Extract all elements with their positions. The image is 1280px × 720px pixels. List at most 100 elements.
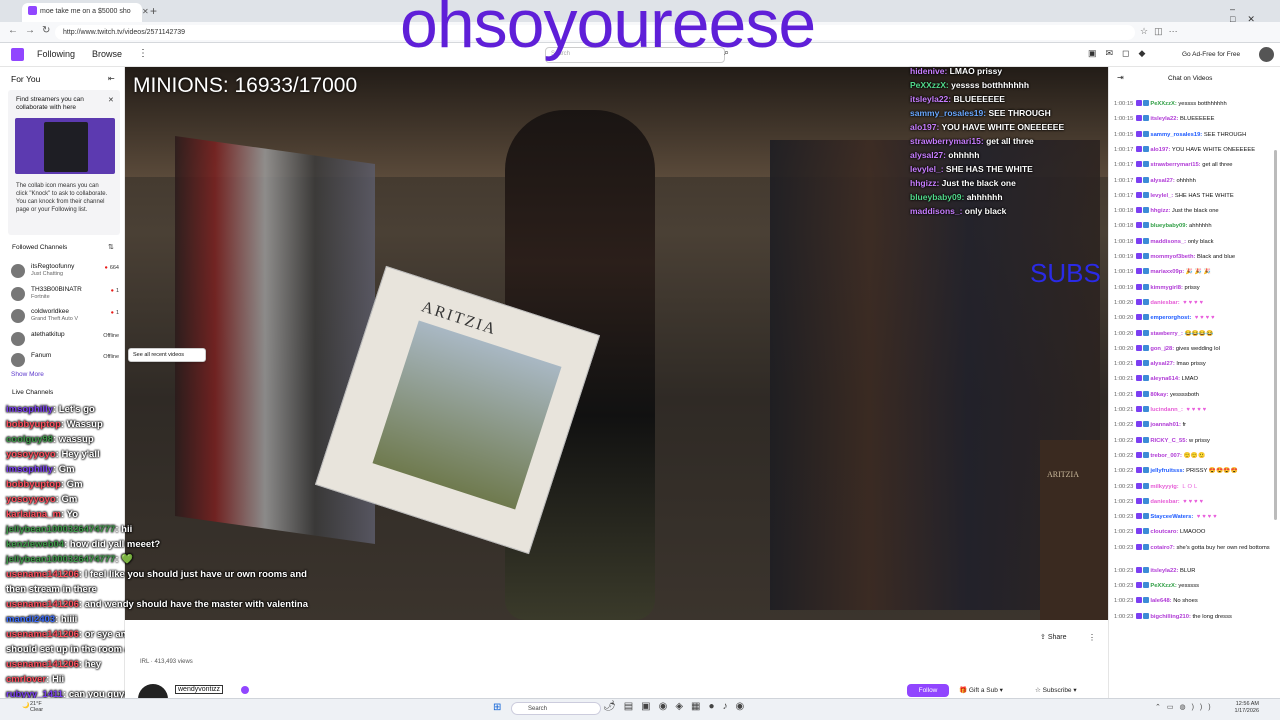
chat-username[interactable]: itsleyla22:	[1150, 568, 1178, 574]
chat-username[interactable]: lale648:	[1150, 598, 1171, 604]
more-menu-icon[interactable]: ⋮	[138, 48, 148, 59]
badge-icon	[1143, 145, 1150, 152]
subscribe-button[interactable]: ☆ Subscribe ▾	[1035, 686, 1077, 694]
new-tab-icon[interactable]: +	[150, 4, 157, 18]
badge-icon	[1143, 421, 1150, 428]
chat-message: 1:00:23 itsleyla22: BLUR	[1114, 566, 1272, 576]
chat-username[interactable]: blueybaby09:	[1150, 223, 1187, 229]
streamer-name[interactable]: wendyvontizz	[175, 685, 224, 694]
more-options-icon[interactable]: ⋮	[1088, 633, 1096, 642]
chat-message: 1:00:22 jellyfruitsss: PRISSY 😍😍😍😍	[1114, 467, 1272, 476]
chat-username[interactable]: daniesbar:	[1150, 499, 1179, 505]
chat-username[interactable]: PeXXzzX:	[1150, 101, 1176, 107]
go-ad-free-button[interactable]: Go Ad-Free for Free	[1172, 47, 1252, 63]
twitch-logo-icon[interactable]	[11, 48, 24, 61]
follow-button[interactable]: Follow	[907, 684, 949, 697]
browser-nav-icons[interactable]: ←→↻	[8, 25, 57, 36]
chat-username[interactable]: itsleyla22:	[1150, 116, 1178, 122]
chat-timestamp: 1:00:21	[1114, 376, 1134, 383]
chat-text: gives wedding lol	[1174, 345, 1220, 352]
badge-icon	[1143, 360, 1150, 367]
chat-username[interactable]: alysal27:	[1150, 361, 1175, 367]
chat-username[interactable]: cotairo7:	[1150, 545, 1174, 551]
followed-channel-item[interactable]: Fanum Offline	[11, 351, 123, 371]
chat-username[interactable]: cloutcaro:	[1150, 529, 1178, 535]
chat-text: : Gm	[52, 464, 75, 475]
chat-text: 🙂🙂🙂	[1181, 452, 1206, 459]
chat-message: 1:00:22 trebor_007: 🙂🙂🙂	[1114, 451, 1272, 461]
followed-channel-item[interactable]: itsRegtoofunny Just Chatting 664	[11, 262, 123, 282]
system-tray-icons[interactable]: ⌃▭◍)))	[1155, 703, 1217, 711]
chat-username[interactable]: kimmygirl8:	[1150, 285, 1183, 291]
followed-channel-item[interactable]: TH33B00BINATR Fortnite 1	[11, 285, 123, 305]
chat-username[interactable]: 80kay:	[1150, 392, 1168, 398]
chat-username[interactable]: stawberry_:	[1150, 331, 1183, 337]
followed-channel-item[interactable]: atethatkitup Offline	[11, 330, 123, 350]
nav-browse-link[interactable]: Browse	[92, 49, 122, 59]
chat-text: ♥♥♥♥	[1193, 514, 1219, 521]
user-avatar[interactable]	[1259, 47, 1274, 62]
nav-right-icons[interactable]: ▣✉◻◆	[1088, 48, 1154, 59]
followed-channel-item[interactable]: coldworldkee Grand Theft Auto V 1	[11, 307, 123, 327]
chat-username[interactable]: trebor_007:	[1150, 453, 1182, 459]
close-icon[interactable]: ✕	[108, 96, 114, 104]
chat-username[interactable]: jellyfruitsss:	[1150, 468, 1184, 474]
chat-username[interactable]: strawberrymari15:	[1150, 162, 1200, 168]
channel-avatar	[11, 287, 25, 301]
chat-username[interactable]: StayceeWaters:	[1150, 514, 1193, 520]
share-button[interactable]: ⇪ Share	[1040, 633, 1067, 641]
badge-icon	[1136, 115, 1143, 122]
chat-text: yessss botthhhhhh	[948, 80, 1030, 90]
video-overlay-chat-line: levylel_: SHE HAS THE WHITE	[910, 164, 1033, 174]
chat-username[interactable]: lucindann_:	[1150, 407, 1183, 413]
chat-text: : Wassup	[60, 419, 103, 430]
chat-username[interactable]: milkyyyig:	[1150, 484, 1178, 490]
taskbar-search-input[interactable]: Search	[511, 702, 601, 715]
sort-icon[interactable]: ⇅	[108, 243, 114, 251]
chat-text: yessssboth	[1168, 391, 1200, 398]
system-clock[interactable]: 12:56 AM 1/17/2026	[1219, 701, 1259, 715]
chat-message: 1:00:23 PeXXzzX: yesssss	[1114, 582, 1272, 591]
gift-sub-button[interactable]: 🎁 Gift a Sub ▾	[959, 686, 1003, 694]
tab-close-icon[interactable]: ✕	[142, 7, 149, 16]
chat-message: 1:00:23 lale648: No shoes	[1114, 597, 1272, 606]
chat-username[interactable]: levylel_:	[1150, 193, 1173, 199]
chat-username: jellybean1000326474777	[6, 524, 116, 535]
badge-icon	[1136, 344, 1143, 351]
viewer-count: 664	[104, 265, 119, 271]
taskbar-app-icons[interactable]: 🌶▤▣◉◈▦●♪◉	[603, 701, 752, 712]
browser-toolbar-icons[interactable]: ☆◫⋯	[1140, 26, 1184, 37]
chat-username[interactable]: hhgizz:	[1150, 208, 1170, 214]
collab-card-text: The collab icon means you can click "Kno…	[16, 183, 108, 213]
chat-username[interactable]: alo197:	[1150, 147, 1170, 153]
show-more-link[interactable]: Show More	[11, 371, 44, 378]
chat-username[interactable]: daniesbar:	[1150, 300, 1179, 306]
windows-start-icon[interactable]: ⊞	[493, 702, 501, 713]
chat-message: 1:00:15 itsleyla22: BLUEEEEEE	[1114, 115, 1272, 124]
collapse-sidebar-icon[interactable]: ⇤	[108, 74, 115, 83]
chat-text: : hii	[115, 524, 133, 535]
chat-username[interactable]: RICKY_C_55:	[1150, 438, 1187, 444]
chat-username[interactable]: emperorghost:	[1150, 315, 1191, 321]
collapse-chat-icon[interactable]: ⇥	[1117, 73, 1124, 82]
chat-timestamp: 1:00:20	[1114, 330, 1134, 337]
video-overlay-chat-line: blueybaby09: ahhhhhh	[910, 192, 1003, 202]
chat-username[interactable]: alysal27:	[1150, 178, 1175, 184]
chat-username[interactable]: bigchilling210:	[1150, 614, 1191, 620]
chat-username[interactable]: maddisons_:	[1150, 239, 1186, 245]
chat-username[interactable]: mommyof3beth:	[1150, 254, 1195, 260]
chat-username[interactable]: sammy_rosales19:	[1150, 132, 1202, 138]
chat-username[interactable]: joannah01:	[1150, 422, 1181, 428]
chat-username[interactable]: aleyna614:	[1150, 376, 1180, 382]
chat-username[interactable]: mariaxx09p:	[1150, 269, 1184, 275]
nav-following-link[interactable]: Following	[37, 49, 75, 59]
badge-icon	[1136, 566, 1143, 573]
chat-username: yosoyyoyo	[6, 449, 56, 460]
badge-icon	[1143, 513, 1150, 520]
chat-username[interactable]: PeXXzzX:	[1150, 583, 1176, 589]
chat-username[interactable]: gon_j28:	[1150, 346, 1174, 352]
chat-text: Just the black one	[1170, 208, 1219, 215]
browser-tab[interactable]: moe take me on a $5000 sho	[22, 3, 142, 22]
chat-text: YOU HAVE WHITE ONEEEEEE	[1170, 146, 1256, 153]
chat-scrollbar[interactable]	[1274, 150, 1277, 520]
